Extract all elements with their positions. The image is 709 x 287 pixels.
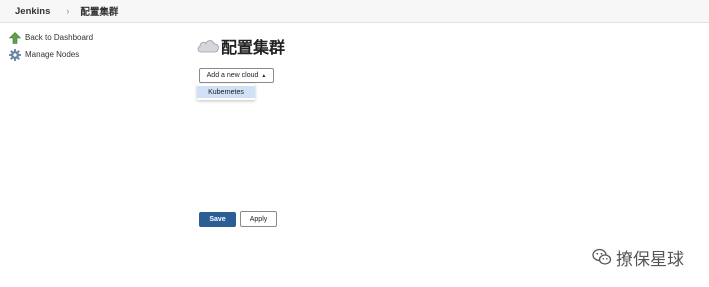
- sidebar-item-label: Manage Nodes: [25, 49, 80, 59]
- sidebar-item-manage-nodes[interactable]: Manage Nodes: [9, 47, 79, 61]
- breadcrumb-current[interactable]: 配置集群: [80, 4, 118, 18]
- wechat-icon: [592, 248, 612, 265]
- watermark: 撩保星球: [592, 245, 684, 270]
- dropdown-item-kubernetes[interactable]: Kubernetes: [197, 86, 255, 98]
- up-arrow-icon: [8, 31, 22, 44]
- cloud-type-dropdown: Kubernetes: [197, 84, 255, 100]
- sidebar-item-label: Back to Dashboard: [25, 32, 94, 42]
- breadcrumb-jenkins-link[interactable]: Jenkins: [15, 6, 50, 17]
- watermark-text: 撩保星球: [616, 249, 684, 270]
- add-new-cloud-button[interactable]: Add a new cloud ▲: [199, 68, 274, 83]
- gear-icon: [9, 48, 21, 61]
- apply-button[interactable]: Apply: [240, 211, 277, 227]
- caret-up-icon: ▲: [261, 72, 267, 79]
- breadcrumb-separator: ›: [66, 6, 70, 16]
- add-new-cloud-label: Add a new cloud: [206, 72, 259, 79]
- page-title: 配置集群: [196, 34, 285, 58]
- cloud-icon: [196, 38, 220, 54]
- page-title-text: 配置集群: [221, 38, 286, 57]
- breadcrumb: Jenkins › 配置集群: [0, 0, 709, 23]
- save-button[interactable]: Save: [199, 212, 236, 227]
- sidebar-item-back-to-dashboard[interactable]: Back to Dashboard: [8, 30, 94, 44]
